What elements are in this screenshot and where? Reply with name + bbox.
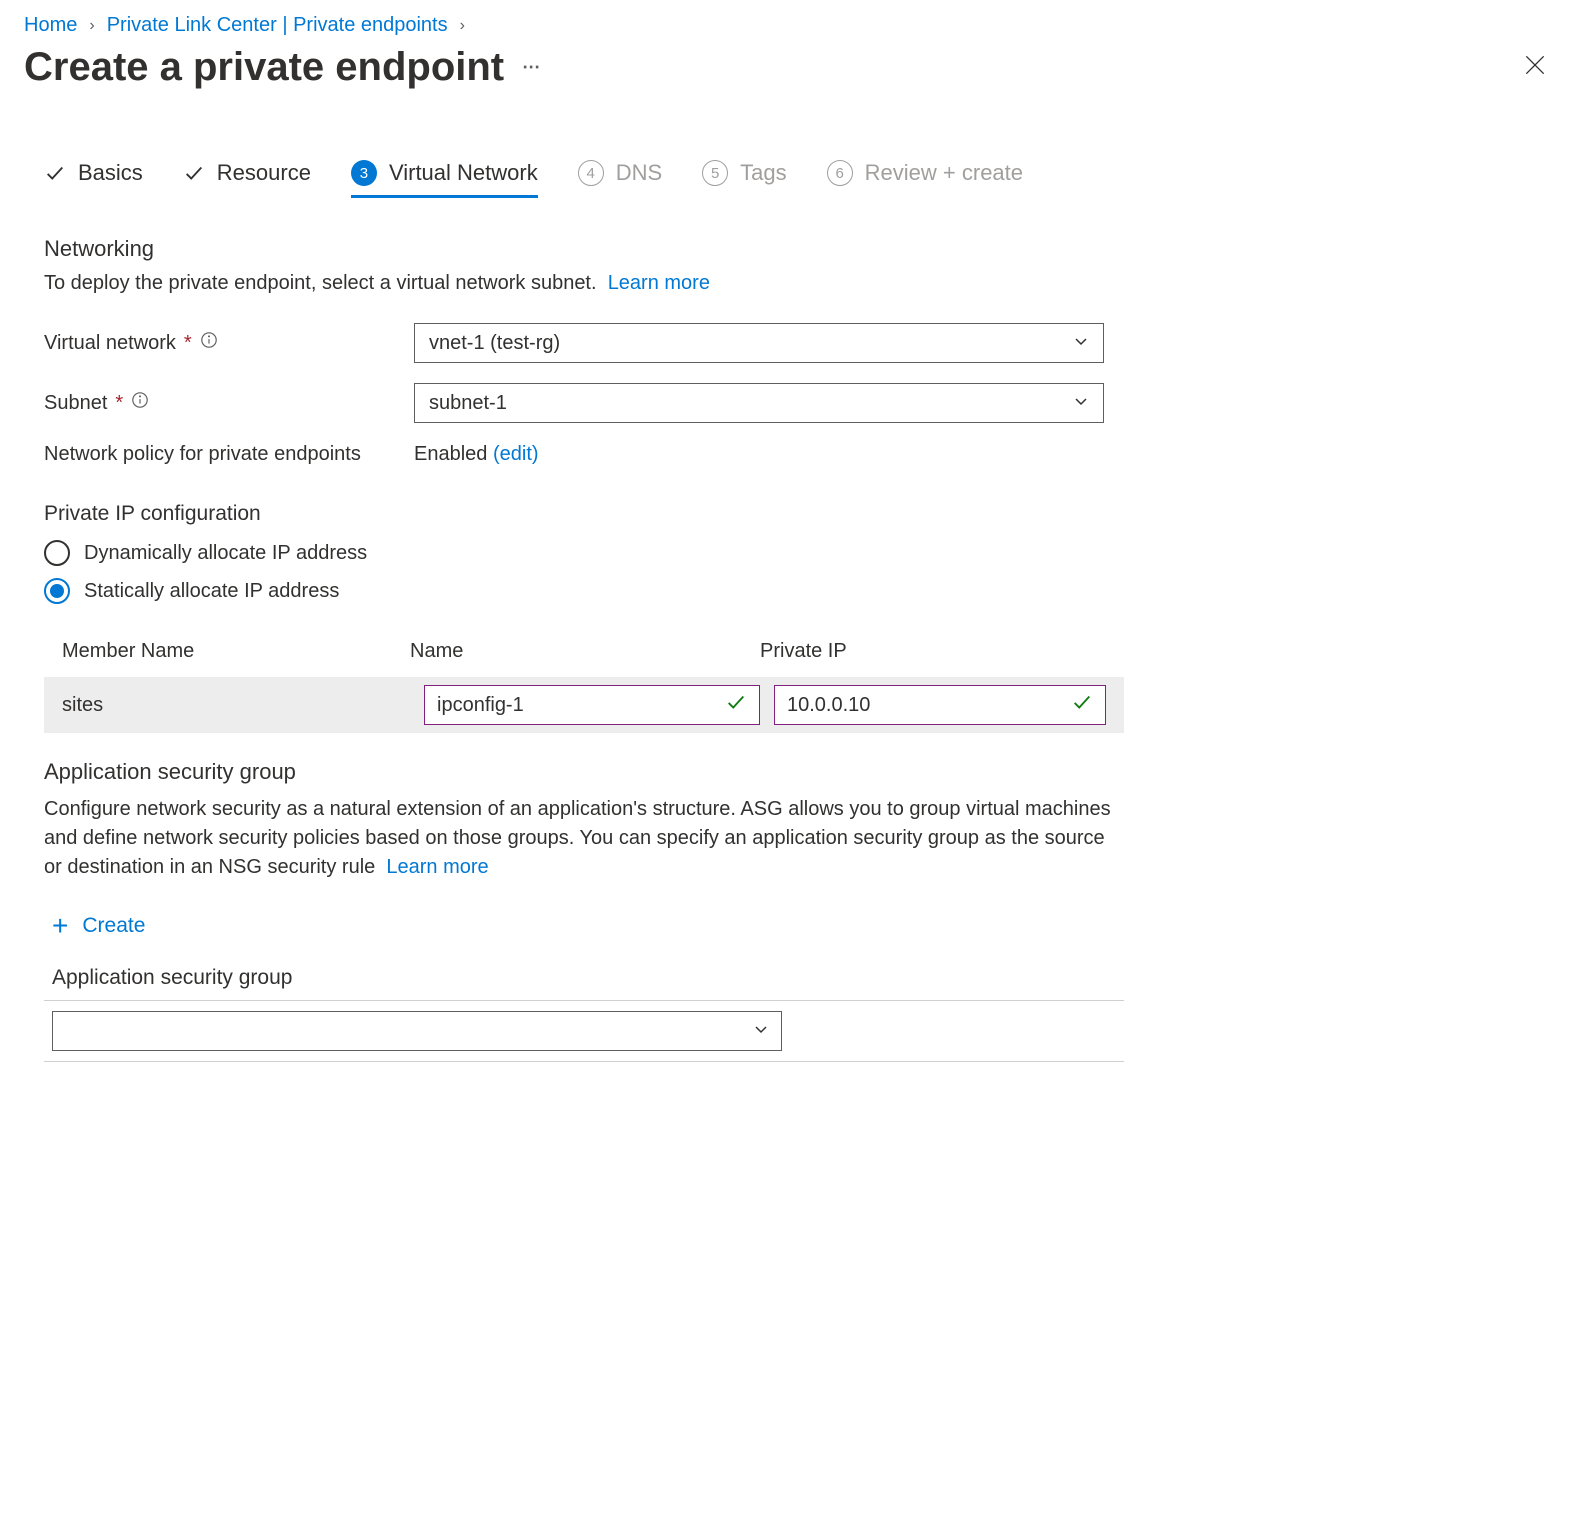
tab-virtual-network[interactable]: 3 Virtual Network: [351, 160, 538, 196]
ip-config-table: Member Name Name Private IP sites ipconf…: [44, 640, 1124, 733]
wizard-tabs: Basics Resource 3 Virtual Network 4 DNS …: [24, 160, 1548, 196]
vnet-select[interactable]: vnet-1 (test-rg): [414, 323, 1104, 363]
step-number-icon: 4: [578, 160, 604, 186]
asg-select-label: Application security group: [44, 966, 1124, 990]
chevron-down-icon: [1073, 332, 1089, 355]
radio-static[interactable]: Statically allocate IP address: [44, 578, 1124, 604]
member-cell: sites: [62, 694, 410, 717]
networking-description: To deploy the private endpoint, select a…: [44, 272, 1124, 295]
table-row: sites ipconfig-1 10.0.0.10: [44, 677, 1124, 733]
chevron-right-icon: ›: [89, 17, 94, 35]
info-icon[interactable]: [200, 331, 218, 355]
required-icon: *: [115, 392, 123, 415]
ipconfig-name-input[interactable]: ipconfig-1: [424, 685, 760, 725]
tab-basics[interactable]: Basics: [44, 160, 143, 196]
tab-review-create[interactable]: 6 Review + create: [827, 160, 1023, 196]
step-number-icon: 6: [827, 160, 853, 186]
col-member-name: Member Name: [62, 640, 410, 663]
check-icon: [44, 162, 66, 184]
learn-more-link[interactable]: Learn more: [608, 272, 710, 294]
plus-icon: +: [52, 910, 68, 942]
chevron-right-icon: ›: [460, 17, 465, 35]
chevron-down-icon: [753, 1020, 769, 1043]
col-name: Name: [410, 640, 760, 663]
col-private-ip: Private IP: [760, 640, 1106, 663]
tab-resource[interactable]: Resource: [183, 160, 311, 196]
breadcrumb-home[interactable]: Home: [24, 14, 77, 37]
info-icon[interactable]: [131, 391, 149, 415]
policy-label: Network policy for private endpoints: [44, 443, 414, 466]
page-title: Create a private endpoint ⋯: [24, 45, 541, 90]
required-icon: *: [184, 332, 192, 355]
radio-icon: [44, 540, 70, 566]
check-icon: [1071, 691, 1093, 719]
step-number-icon: 5: [702, 160, 728, 186]
subnet-label: Subnet *: [44, 391, 414, 415]
radio-icon: [44, 578, 70, 604]
asg-heading: Application security group: [44, 759, 1124, 785]
check-icon: [725, 691, 747, 719]
step-number-icon: 3: [351, 160, 377, 186]
private-ip-input[interactable]: 10.0.0.10: [774, 685, 1106, 725]
ipconfig-heading: Private IP configuration: [44, 502, 1124, 526]
policy-value: Enabled (edit): [414, 443, 539, 466]
chevron-down-icon: [1073, 392, 1089, 415]
learn-more-link[interactable]: Learn more: [386, 856, 488, 878]
policy-edit-link[interactable]: (edit): [493, 443, 539, 465]
networking-heading: Networking: [44, 236, 1124, 262]
vnet-label: Virtual network *: [44, 331, 414, 355]
more-actions-button[interactable]: ⋯: [522, 57, 541, 78]
check-icon: [183, 162, 205, 184]
tab-tags[interactable]: 5 Tags: [702, 160, 786, 196]
asg-select[interactable]: [52, 1011, 782, 1051]
asg-description: Configure network security as a natural …: [44, 795, 1124, 882]
tab-dns[interactable]: 4 DNS: [578, 160, 662, 196]
close-button[interactable]: [1522, 52, 1548, 84]
radio-dynamic[interactable]: Dynamically allocate IP address: [44, 540, 1124, 566]
asg-create-button[interactable]: + Create: [52, 910, 1124, 942]
subnet-select[interactable]: subnet-1: [414, 383, 1104, 423]
breadcrumb-center[interactable]: Private Link Center | Private endpoints: [107, 14, 448, 37]
breadcrumb: Home › Private Link Center | Private end…: [24, 14, 1548, 37]
